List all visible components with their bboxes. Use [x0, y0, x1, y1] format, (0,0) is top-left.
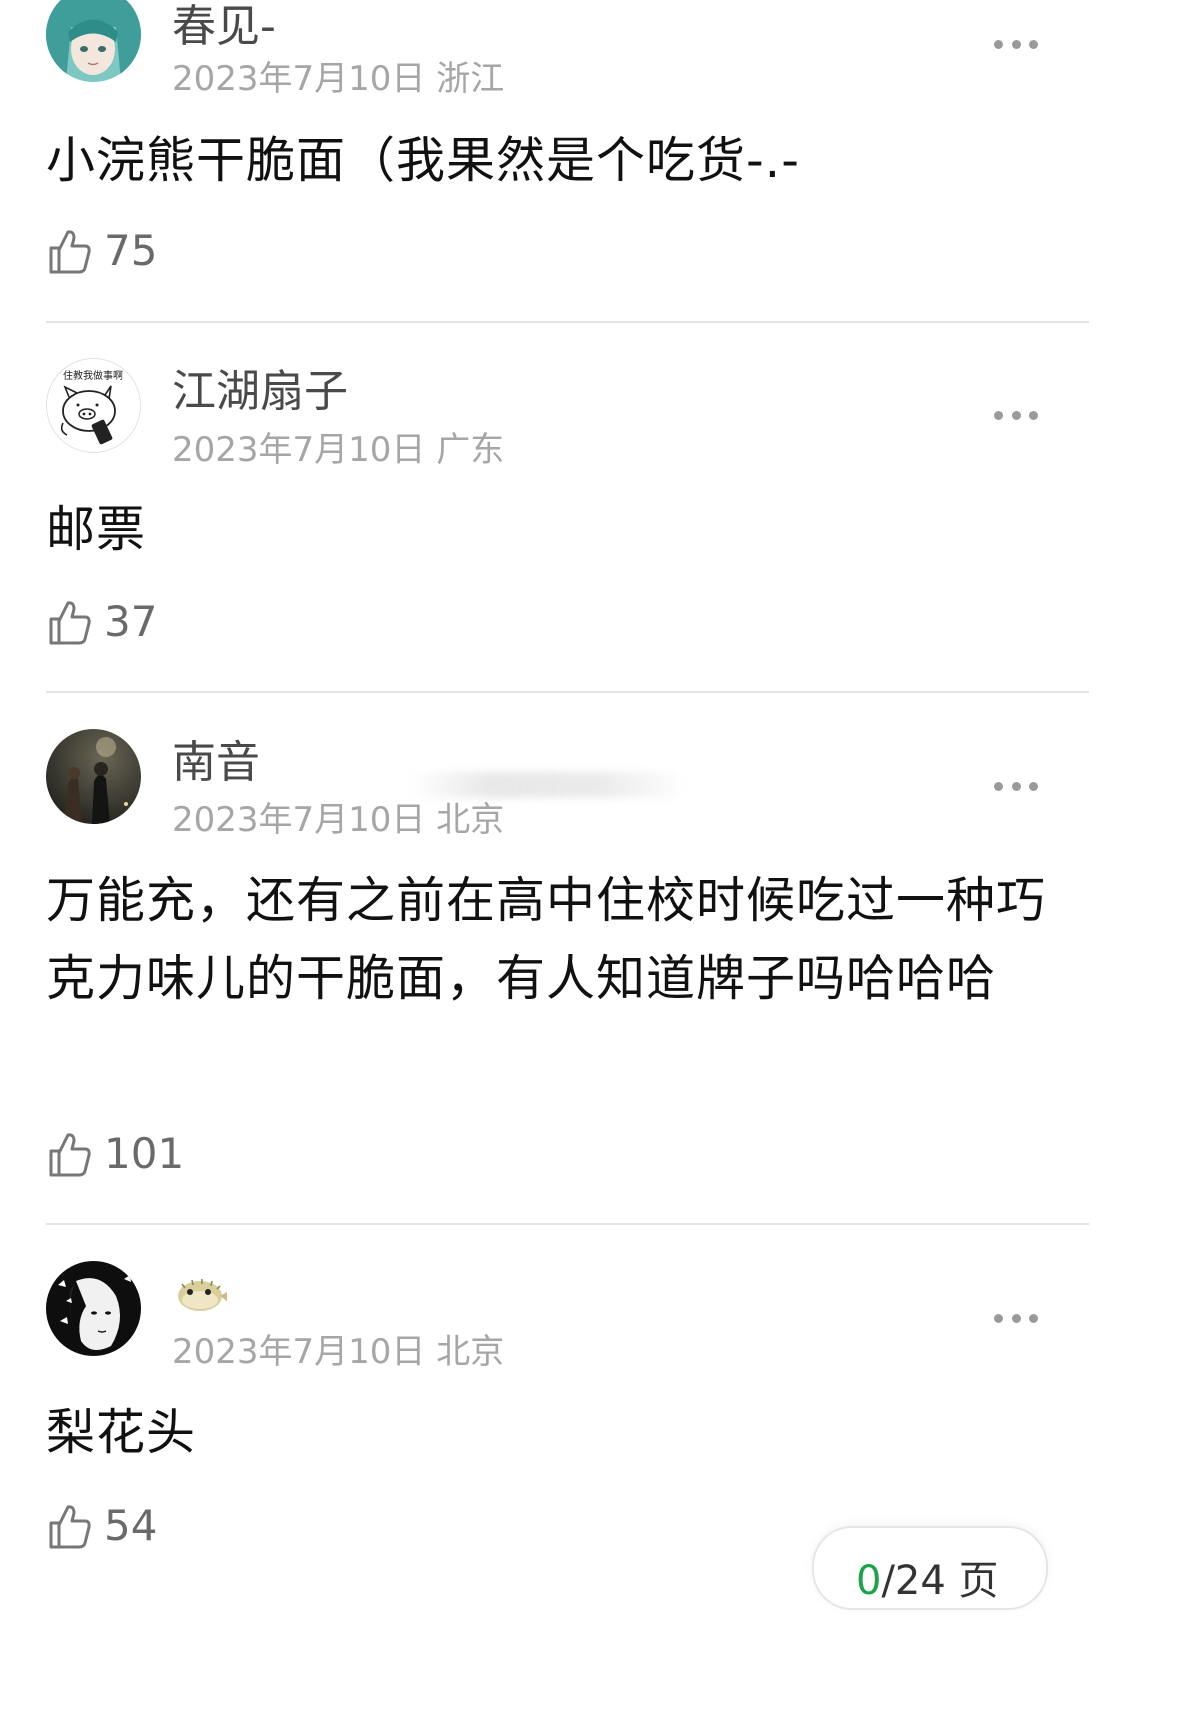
comment-text: 邮票 — [46, 501, 147, 558]
page-indicator-text: 0/24 页 — [856, 1548, 999, 1606]
thumbs-up-icon — [49, 1505, 91, 1549]
avatar-caption: 住教我做事啊 — [63, 369, 123, 382]
like-button[interactable]: 75 — [48, 228, 157, 274]
comment-feed: 春见- 2023年7月10日 浙江 小浣熊干脆面（我果然是个吃货-.- 75 住… — [0, 0, 1089, 1610]
user-avatar[interactable] — [46, 729, 141, 824]
user-avatar[interactable] — [46, 0, 141, 82]
username-icon-wrapper[interactable] — [172, 1274, 228, 1324]
like-count: 75 — [104, 226, 158, 275]
night-photo-avatar — [46, 729, 141, 824]
more-options-icon[interactable] — [994, 409, 1038, 421]
page-indicator[interactable]: 0/24 页 — [812, 1526, 1048, 1610]
comment-text: 小浣熊干脆面（我果然是个吃货-.- — [46, 132, 800, 189]
divider — [46, 1223, 1089, 1225]
thumbs-up-icon — [49, 1133, 91, 1177]
divider — [46, 691, 1089, 693]
like-count: 37 — [104, 597, 158, 646]
user-avatar[interactable] — [46, 1261, 141, 1356]
username[interactable]: 江湖扇子 — [172, 370, 348, 414]
username[interactable]: 春见- — [172, 5, 276, 49]
pufferfish-icon — [178, 1279, 227, 1311]
more-options-icon[interactable] — [994, 1312, 1038, 1324]
blurred-badge — [410, 772, 678, 798]
comment-date-location: 2023年7月10日 北京 — [172, 800, 505, 840]
divider — [46, 321, 1089, 323]
comment-date-location: 2023年7月10日 北京 — [172, 1332, 505, 1372]
total-pages: /24 页 — [881, 1558, 999, 1604]
thumbs-up-icon — [49, 230, 91, 274]
more-options-icon[interactable] — [994, 38, 1038, 50]
username[interactable]: 南音 — [172, 741, 260, 785]
like-button[interactable]: 54 — [48, 1503, 157, 1549]
butterfly-girl-avatar — [46, 1261, 141, 1356]
like-count: 101 — [104, 1129, 185, 1178]
like-count: 54 — [104, 1501, 158, 1550]
comment-date-location: 2023年7月10日 广东 — [172, 430, 505, 470]
anime-girl-avatar — [46, 0, 141, 82]
comment-text: 万能充，还有之前在高中住校时候吃过一种巧克力味儿的干脆面，有人知道牌子吗哈哈哈 — [46, 872, 1047, 1007]
comment-text: 梨花头 — [46, 1404, 197, 1461]
thumbs-up-icon — [49, 601, 91, 645]
pig-sketch-avatar: 住教我做事啊 — [47, 359, 140, 452]
more-options-icon[interactable] — [994, 780, 1038, 792]
user-avatar[interactable]: 住教我做事啊 — [46, 358, 141, 453]
comment-date-location: 2023年7月10日 浙江 — [172, 59, 505, 99]
like-button[interactable]: 37 — [48, 599, 157, 645]
current-page: 0 — [856, 1558, 882, 1604]
like-button[interactable]: 101 — [48, 1131, 184, 1177]
